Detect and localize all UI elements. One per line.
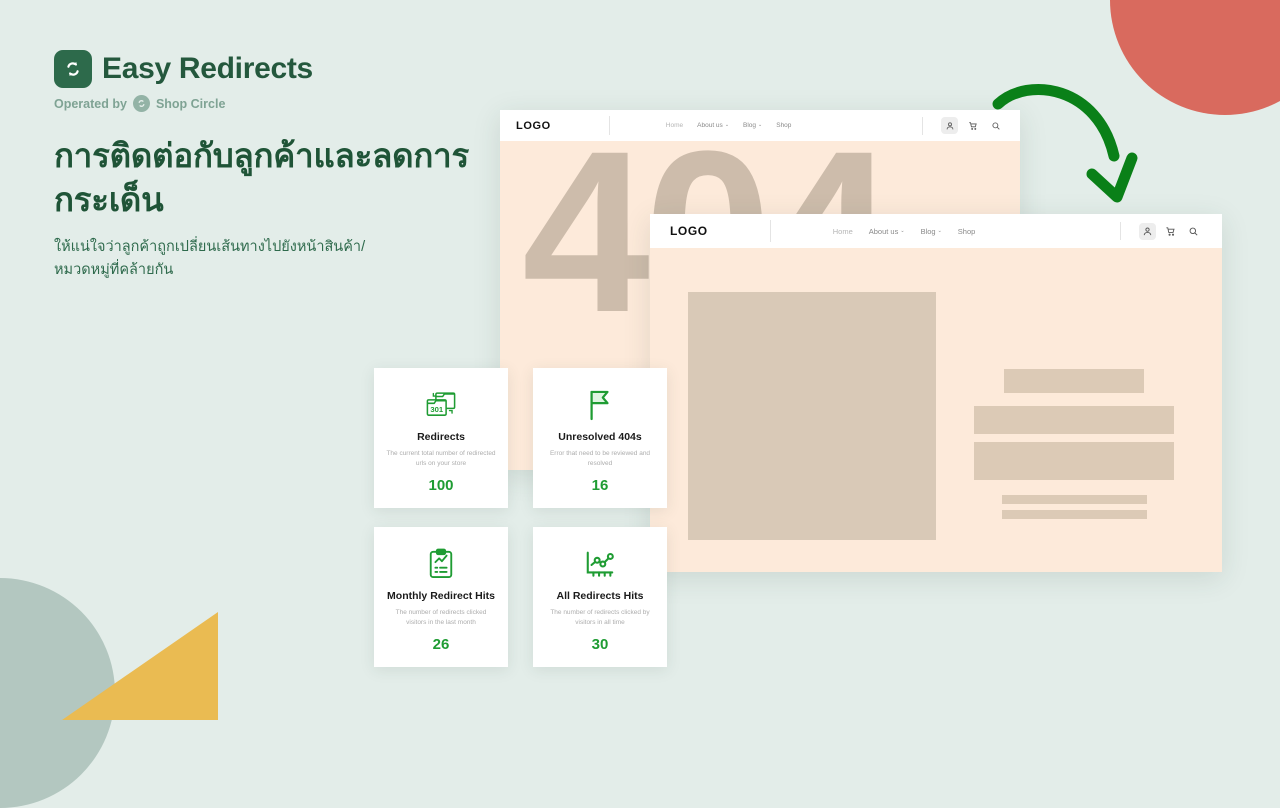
stat-card-title: Monthly Redirect Hits: [387, 590, 495, 602]
operated-by-row: Operated by Shop Circle: [54, 95, 484, 112]
stat-card-description: The current total number of redirected u…: [386, 450, 496, 467]
stat-card-title: Redirects: [417, 431, 465, 443]
user-icon[interactable]: [941, 117, 958, 134]
navbar-links: Home About us ⌄ Blog ⌄ Shop: [833, 227, 976, 236]
user-icon[interactable]: [1139, 222, 1156, 240]
stat-card-monthly-hits[interactable]: Monthly Redirect Hits The number of redi…: [374, 527, 508, 667]
nav-link-blog[interactable]: Blog ⌄: [743, 122, 762, 129]
page-subtitle: ให้แน่ใจว่าลูกค้าถูกเปลี่ยนเส้นทางไปยังห…: [54, 238, 366, 279]
nav-link-about-us[interactable]: About us ⌄: [697, 122, 729, 129]
chevron-down-icon: ⌄: [724, 122, 730, 128]
svg-text:301: 301: [430, 405, 443, 414]
stat-card-all-hits[interactable]: All Redirects Hits The number of redirec…: [533, 527, 667, 667]
stat-card-description: The number of redirects clicked by visit…: [550, 609, 650, 626]
text-placeholder-bar: [1002, 510, 1147, 519]
navbar-icons-divider: [1120, 222, 1121, 240]
navbar-links: Home About us ⌄ Blog ⌄ Shop: [666, 122, 792, 129]
nav-link-blog[interactable]: Blog ⌄: [921, 227, 942, 236]
nav-link-shop[interactable]: Shop: [776, 122, 791, 129]
line-chart-icon: [533, 545, 667, 583]
shop-circle-icon: [132, 95, 150, 112]
nav-link-shop[interactable]: Shop: [958, 227, 976, 236]
page-title: การติดต่อกับลูกค้าและลดการกระเด็น: [54, 137, 469, 218]
decorative-yellow-triangle: [62, 612, 218, 720]
text-placeholder-bar: [974, 406, 1174, 434]
text-placeholder-bar: [1004, 369, 1144, 393]
operated-by-label: Operated by: [54, 96, 127, 111]
chevron-down-icon: ⌄: [937, 227, 942, 234]
navbar-icons-divider: [922, 116, 923, 135]
stat-card-unresolved-404s[interactable]: Unresolved 404s Error that need to be re…: [533, 368, 667, 508]
stat-card-value: 100: [428, 476, 454, 494]
brand-title: Easy Redirects: [102, 52, 313, 85]
nav-link-home[interactable]: Home: [833, 227, 853, 236]
cart-icon[interactable]: [1162, 223, 1179, 240]
navbar-divider: [769, 220, 771, 242]
browser-window-product: LOGO Home About us ⌄ Blog ⌄ Shop: [650, 214, 1222, 572]
store-logo: LOGO: [670, 224, 708, 238]
storefront-navbar: LOGO Home About us ⌄ Blog ⌄ Shop: [650, 214, 1222, 248]
navbar-divider: [608, 116, 610, 135]
nav-link-about-us[interactable]: About us ⌄: [869, 227, 905, 236]
chevron-down-icon: ⌄: [758, 122, 763, 128]
folders-301-icon: 301: [374, 386, 508, 424]
stat-card-value: 16: [591, 476, 609, 494]
stat-card-title: All Redirects Hits: [556, 590, 644, 602]
stat-card-value: 30: [591, 635, 609, 653]
stat-card-description: Error that need to be reviewed and resol…: [549, 450, 651, 467]
stat-card-value: 26: [432, 635, 450, 653]
brand-row: Easy Redirects: [54, 50, 484, 88]
clipboard-chart-icon: [374, 545, 508, 583]
stat-card-title: Unresolved 404s: [558, 431, 642, 443]
navbar-icons: [1120, 222, 1202, 240]
text-placeholder-bar: [1002, 495, 1147, 504]
flag-icon: [533, 386, 667, 424]
storefront-navbar: LOGO Home About us ⌄ Blog ⌄ Shop: [500, 110, 1020, 141]
curved-arrow-down-icon: [992, 84, 1138, 203]
nav-link-home[interactable]: Home: [666, 122, 683, 129]
product-image-placeholder: [688, 292, 936, 540]
search-icon[interactable]: [1185, 223, 1202, 240]
stat-card-redirects[interactable]: 301 Redirects The current total number o…: [374, 368, 508, 508]
redirect-swap-icon: [54, 50, 92, 88]
text-placeholder-bar: [974, 442, 1174, 480]
store-logo: LOGO: [516, 119, 551, 132]
brand-block: Easy Redirects Operated by Shop Circle ก…: [54, 50, 484, 283]
stat-card-description: The number of redirects clicked visitors…: [395, 609, 487, 626]
chevron-down-icon: ⌄: [900, 227, 905, 234]
cart-icon[interactable]: [964, 117, 981, 134]
product-page-body: [650, 248, 1222, 572]
operator-name: Shop Circle: [155, 96, 226, 111]
